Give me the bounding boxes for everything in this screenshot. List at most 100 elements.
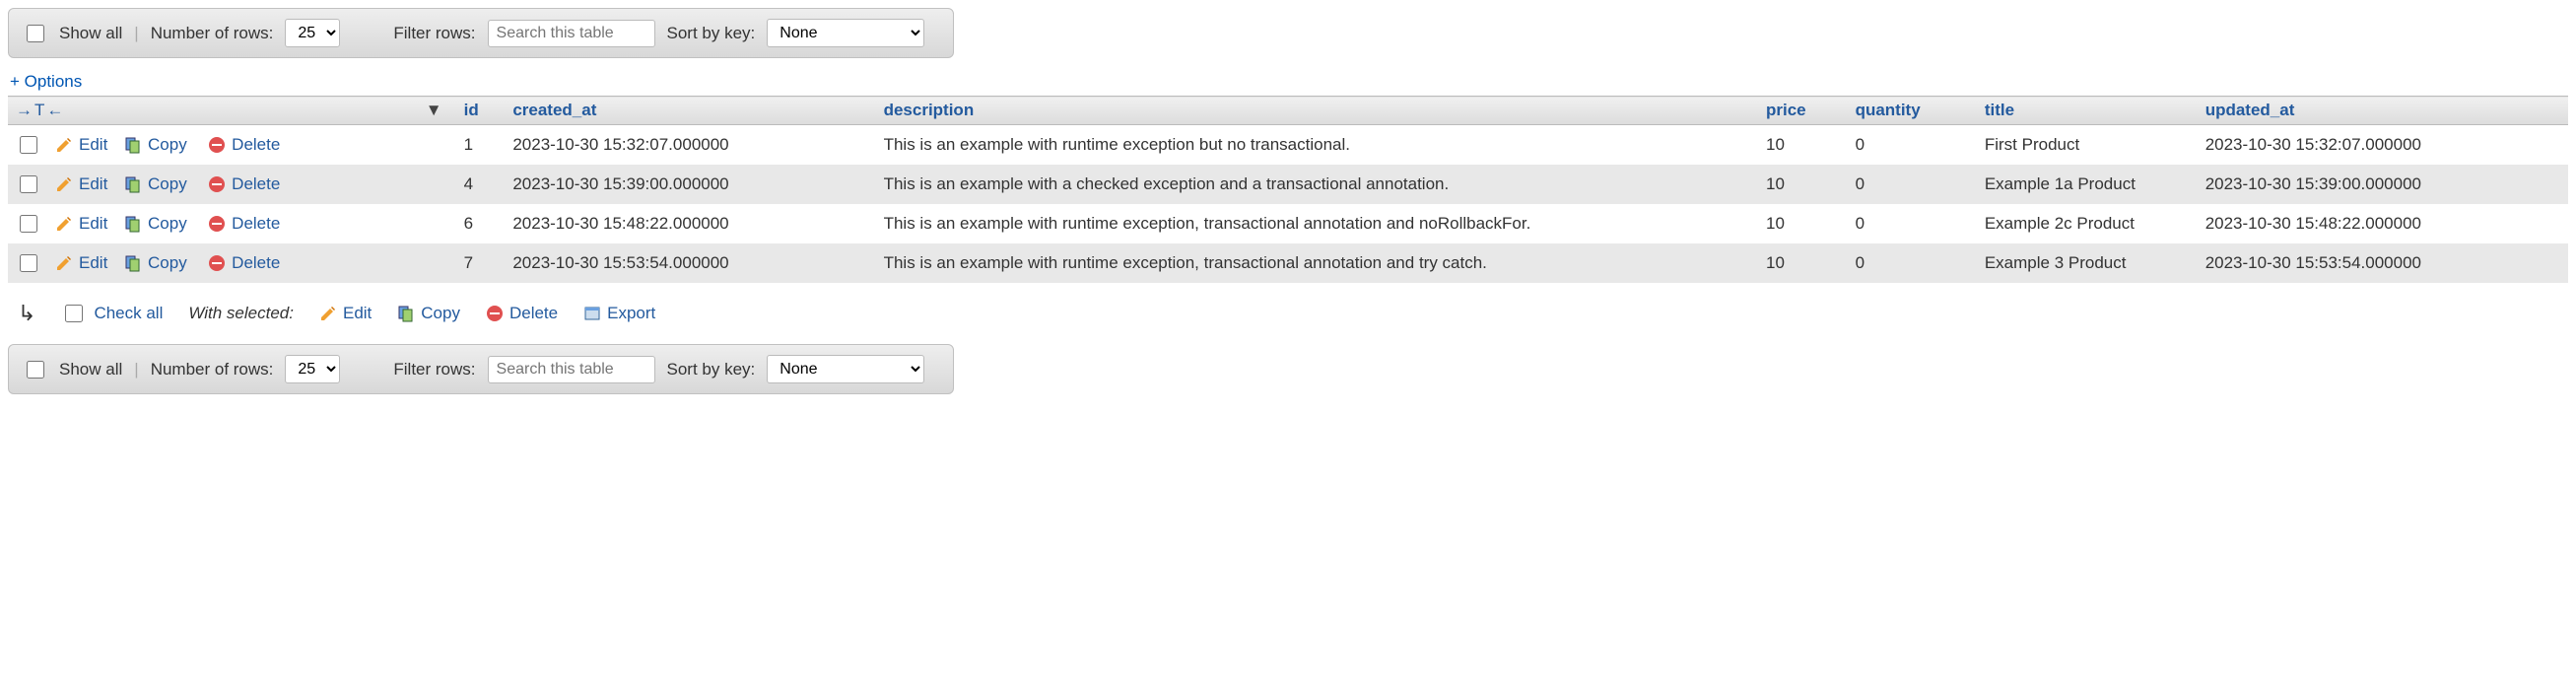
cell-created_at: 2023-10-30 15:53:54.000000 [505, 243, 875, 283]
show-all-checkbox[interactable] [27, 25, 44, 42]
col-id[interactable]: id [456, 97, 506, 125]
cell-quantity: 0 [1848, 204, 1977, 243]
cell-updated_at: 2023-10-30 15:39:00.000000 [2198, 165, 2568, 204]
export-icon [583, 305, 601, 322]
show-all-label: Show all [59, 24, 122, 43]
cell-description: This is an example with a checked except… [876, 165, 1758, 204]
row-checkbox[interactable] [20, 215, 37, 233]
delete-link[interactable]: Delete [232, 174, 280, 194]
table-row: Edit Copy Delete12023-10-30 15:32:07.000… [8, 125, 2568, 166]
sort-label-bottom: Sort by key: [667, 360, 756, 380]
table-row: Edit Copy Delete72023-10-30 15:53:54.000… [8, 243, 2568, 283]
pencil-icon [55, 175, 73, 193]
cell-title: Example 2c Product [1977, 204, 2198, 243]
row-checkbox[interactable] [20, 175, 37, 193]
delete-link[interactable]: Delete [232, 253, 280, 273]
col-title[interactable]: title [1977, 97, 2198, 125]
delete-icon [486, 305, 504, 322]
copy-icon [124, 136, 142, 154]
actions-header: →T← ▼ [8, 97, 456, 125]
row-checkbox[interactable] [20, 254, 37, 272]
cell-quantity: 0 [1848, 243, 1977, 283]
copy-link[interactable]: Copy [148, 253, 187, 273]
copy-link[interactable]: Copy [148, 174, 187, 194]
edit-link[interactable]: Edit [79, 174, 107, 194]
delete-link[interactable]: Delete [232, 135, 280, 155]
divider: | [134, 24, 138, 43]
table-row: Edit Copy Delete62023-10-30 15:48:22.000… [8, 204, 2568, 243]
num-rows-select-bottom[interactable]: 25 [285, 355, 340, 383]
delete-link[interactable]: Delete [232, 214, 280, 234]
cell-quantity: 0 [1848, 165, 1977, 204]
delete-icon [208, 215, 226, 233]
bulk-export[interactable]: Export [583, 304, 655, 323]
sort-select-bottom[interactable]: None [767, 355, 924, 383]
sort-arrow-icon[interactable]: ▼ [426, 101, 442, 120]
cell-price: 10 [1758, 165, 1848, 204]
delete-icon [208, 254, 226, 272]
cell-title: Example 1a Product [1977, 165, 2198, 204]
cell-created_at: 2023-10-30 15:32:07.000000 [505, 125, 875, 166]
pencil-icon [55, 254, 73, 272]
show-all-checkbox-bottom[interactable] [27, 361, 44, 379]
cell-id: 6 [456, 204, 506, 243]
cell-created_at: 2023-10-30 15:39:00.000000 [505, 165, 875, 204]
num-rows-label: Number of rows: [151, 24, 274, 43]
arrow-up-icon: ↳ [18, 301, 35, 326]
column-order-icons[interactable]: →T← [16, 101, 65, 119]
bulk-edit[interactable]: Edit [319, 304, 372, 323]
bulk-delete[interactable]: Delete [486, 304, 558, 323]
edit-link[interactable]: Edit [79, 214, 107, 234]
table-row: Edit Copy Delete42023-10-30 15:39:00.000… [8, 165, 2568, 204]
bulk-actions: ↳ Check all With selected: Edit Copy Del… [18, 301, 2568, 326]
cell-price: 10 [1758, 243, 1848, 283]
col-created_at[interactable]: created_at [505, 97, 875, 125]
copy-link[interactable]: Copy [148, 214, 187, 234]
cell-updated_at: 2023-10-30 15:53:54.000000 [2198, 243, 2568, 283]
results-table: →T← ▼ id created_at description price qu… [8, 96, 2568, 283]
cell-updated_at: 2023-10-30 15:32:07.000000 [2198, 125, 2568, 166]
num-rows-label-bottom: Number of rows: [151, 360, 274, 380]
cell-id: 1 [456, 125, 506, 166]
pencil-icon [55, 215, 73, 233]
edit-link[interactable]: Edit [79, 135, 107, 155]
with-selected-label: With selected: [188, 304, 294, 323]
cell-price: 10 [1758, 125, 1848, 166]
copy-icon [124, 215, 142, 233]
delete-icon [208, 136, 226, 154]
row-checkbox[interactable] [20, 136, 37, 154]
cell-description: This is an example with runtime exceptio… [876, 204, 1758, 243]
cell-title: Example 3 Product [1977, 243, 2198, 283]
sort-select[interactable]: None [767, 19, 924, 47]
pencil-icon [55, 136, 73, 154]
delete-icon [208, 175, 226, 193]
check-all-checkbox[interactable] [65, 305, 83, 322]
show-all-label-bottom: Show all [59, 360, 122, 380]
pencil-icon [319, 305, 337, 322]
cell-price: 10 [1758, 204, 1848, 243]
filter-input-bottom[interactable] [488, 356, 655, 383]
cell-created_at: 2023-10-30 15:48:22.000000 [505, 204, 875, 243]
edit-link[interactable]: Edit [79, 253, 107, 273]
num-rows-select[interactable]: 25 [285, 19, 340, 47]
copy-icon [124, 254, 142, 272]
cell-updated_at: 2023-10-30 15:48:22.000000 [2198, 204, 2568, 243]
cell-description: This is an example with runtime exceptio… [876, 243, 1758, 283]
copy-link[interactable]: Copy [148, 135, 187, 155]
bulk-copy[interactable]: Copy [397, 304, 460, 323]
table-controls-top: Show all | Number of rows: 25 Filter row… [8, 8, 954, 58]
filter-input[interactable] [488, 20, 655, 47]
cell-title: First Product [1977, 125, 2198, 166]
col-quantity[interactable]: quantity [1848, 97, 1977, 125]
col-description[interactable]: description [876, 97, 1758, 125]
cell-description: This is an example with runtime exceptio… [876, 125, 1758, 166]
options-toggle[interactable]: + Options [10, 72, 82, 92]
cell-id: 4 [456, 165, 506, 204]
copy-icon [124, 175, 142, 193]
cell-id: 7 [456, 243, 506, 283]
col-updated_at[interactable]: updated_at [2198, 97, 2568, 125]
check-all-link[interactable]: Check all [94, 304, 163, 323]
filter-label: Filter rows: [393, 24, 475, 43]
col-price[interactable]: price [1758, 97, 1848, 125]
sort-label: Sort by key: [667, 24, 756, 43]
